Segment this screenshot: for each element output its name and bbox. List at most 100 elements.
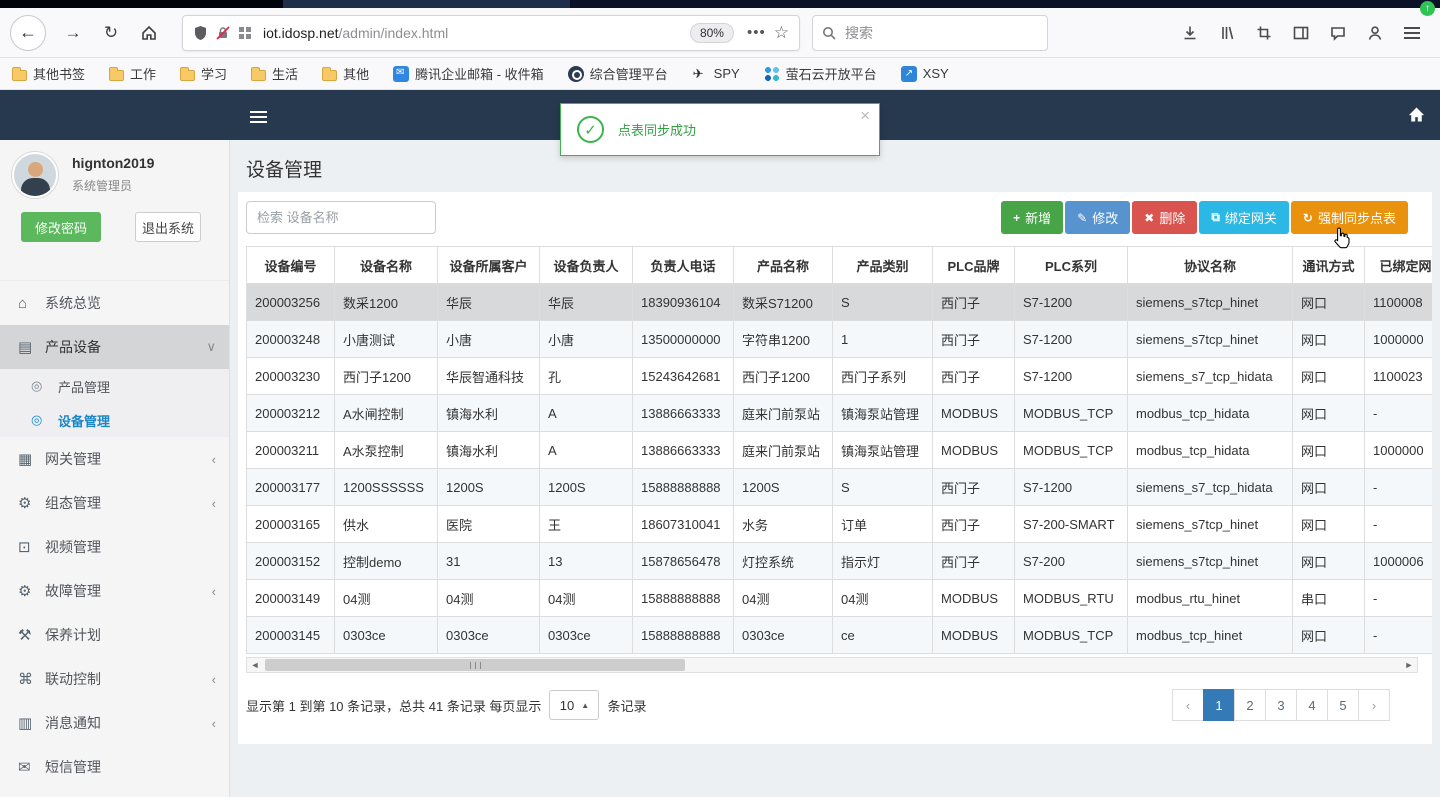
url-bar[interactable]: iot.idosp.net/admin/index.html 80% ••• ☆ — [182, 14, 800, 51]
sidebar-item-组态管理[interactable]: ⚙ 组态管理 ‹ — [0, 481, 229, 525]
table-row[interactable]: 200003177 1200SSSSSS 1200S 1200S 15888888888… — [246, 468, 1432, 506]
downloads-icon[interactable] — [1171, 15, 1208, 51]
bind-gateway-button[interactable]: ⧉ 绑定网关 — [1199, 201, 1289, 234]
zoom-indicator[interactable]: 80% — [689, 22, 734, 43]
bookmark-label: 腾讯企业邮箱 - 收件箱 — [415, 67, 544, 82]
table-cell: 15243642681 — [632, 357, 734, 395]
scrollbar-thumb[interactable] — [265, 659, 685, 671]
page-button[interactable]: 4 — [1296, 689, 1328, 721]
page-button[interactable]: 5 — [1327, 689, 1359, 721]
delete-button[interactable]: ✖ 删除 — [1132, 201, 1198, 234]
page-next-button[interactable]: › — [1358, 689, 1390, 721]
table-cell: 31 — [437, 542, 540, 580]
bookmark-item[interactable]: SPY — [692, 62, 740, 86]
sidebar-item-保养计划[interactable]: ⚒ 保养计划 — [0, 613, 229, 657]
bookmark-item[interactable]: 学习 — [180, 62, 227, 86]
table-cell: 庭来门前泵站 — [733, 431, 833, 469]
menu-hamburger-icon[interactable] — [1393, 15, 1430, 51]
reload-button[interactable]: ↻ — [92, 15, 130, 51]
column-header[interactable]: 已绑定网关 — [1364, 246, 1432, 284]
column-header[interactable]: 设备负责人 — [539, 246, 633, 284]
page-title: 设备管理 — [246, 160, 323, 181]
table-cell: 王 — [539, 505, 633, 543]
bookmark-item[interactable]: 其他 — [322, 62, 369, 86]
sidebar-item-clipped[interactable]: ▦ — [0, 789, 229, 797]
shield-icon[interactable] — [193, 25, 208, 41]
browser-update-badge-icon[interactable]: ↑ — [1420, 1, 1435, 16]
scroll-right-icon[interactable]: ► — [1401, 658, 1417, 672]
forward-button[interactable]: → — [54, 15, 92, 51]
insecure-lock-icon[interactable] — [215, 25, 231, 41]
sidebar-item-产品设备[interactable]: ▤ 产品设备 ∨ — [0, 325, 229, 369]
menu-label: 产品管理 — [58, 379, 111, 395]
scroll-left-icon[interactable]: ◄ — [247, 658, 263, 672]
pagination-bar: 显示第 1 到第 10 条记录，总共 41 条记录 每页显示 10 ▲ 条记录 … — [246, 688, 1416, 722]
browser-search-input[interactable] — [843, 23, 1013, 42]
table-row[interactable]: 200003149 04测 04测 04测 15888888888 04测 04测 MODBU… — [246, 579, 1432, 617]
sidebar-toggle-icon[interactable] — [1282, 15, 1319, 51]
page-actions-icon[interactable]: ••• — [747, 24, 766, 41]
edit-button[interactable]: ✎ 修改 — [1065, 201, 1131, 234]
column-header[interactable]: PLC系列 — [1014, 246, 1128, 284]
table-row[interactable]: 200003152 控制demo 31 13 15878656478 灯控系统 指示灯 西门子… — [246, 542, 1432, 580]
button-label: 绑定网关 — [1224, 211, 1277, 226]
column-header[interactable]: PLC品牌 — [932, 246, 1015, 284]
bookmark-item[interactable]: 腾讯企业邮箱 - 收件箱 — [393, 62, 544, 86]
page-prev-button[interactable]: ‹ — [1172, 689, 1204, 721]
column-header[interactable]: 设备所属客户 — [437, 246, 540, 284]
sidebar-item-联动控制[interactable]: ⌘ 联动控制 ‹ — [0, 657, 229, 701]
column-header[interactable]: 通讯方式 — [1292, 246, 1365, 284]
add-button[interactable]: + 新增 — [1001, 201, 1064, 234]
bookmark-item[interactable]: 工作 — [109, 62, 156, 86]
bookmark-item[interactable]: 生活 — [251, 62, 298, 86]
sidebar-item-网关管理[interactable]: ▦ 网关管理 ‹ — [0, 437, 229, 481]
sidebar-item-系统总览[interactable]: ⌂ 系统总览 — [0, 281, 229, 325]
column-header[interactable]: 负责人电话 — [632, 246, 734, 284]
back-button[interactable]: ← — [10, 14, 46, 51]
account-icon[interactable] — [1356, 15, 1393, 51]
column-header[interactable]: 产品名称 — [733, 246, 833, 284]
change-password-button[interactable]: 修改密码 — [21, 212, 101, 242]
browser-search-bar[interactable] — [812, 14, 1048, 51]
sidebar-item-故障管理[interactable]: ⚙ 故障管理 ‹ — [0, 569, 229, 613]
avatar[interactable] — [12, 152, 58, 198]
sidebar-item-消息通知[interactable]: ▥ 消息通知 ‹ — [0, 701, 229, 745]
table-row[interactable]: 200003211 A水泵控制 镇海水利 A 13886663333 庭来门前泵站 镇海泵站… — [246, 431, 1432, 469]
table-row[interactable]: 200003145 0303ce 0303ce 0303ce 15888888888 03… — [246, 616, 1432, 654]
app-home-icon[interactable] — [1406, 104, 1427, 130]
sidebar-item-产品管理[interactable]: ◎ 产品管理 — [0, 369, 229, 403]
browser-home-button[interactable] — [130, 15, 168, 51]
page-size-select[interactable]: 10 ▲ — [549, 690, 600, 720]
table-row[interactable]: 200003230 西门子1200 华辰智通科技孔 15243642681 西门子120… — [246, 357, 1432, 395]
column-header[interactable]: 产品类别 — [832, 246, 933, 284]
page-button[interactable]: 2 — [1234, 689, 1266, 721]
bookmark-item[interactable]: XSY — [900, 62, 949, 86]
plus-icon: + — [1013, 210, 1021, 225]
library-icon[interactable] — [1208, 15, 1245, 51]
table-row[interactable]: 200003248 小唐测试 小唐 小唐 13500000000 字符串1200 1 西门子 S… — [246, 320, 1432, 358]
screenshot-icon[interactable] — [1245, 15, 1282, 51]
logout-button[interactable]: 退出系统 — [135, 212, 201, 242]
bookmark-item[interactable]: 其他书签 — [12, 62, 85, 86]
pocket-message-icon[interactable] — [1319, 15, 1356, 51]
sidebar-item-设备管理[interactable]: ◎ 设备管理 — [0, 403, 229, 437]
bookmark-item[interactable]: 综合管理平台 — [567, 62, 668, 86]
table-row[interactable]: 200003165 供水 医院王 18607310041 水务 订单 西门子 S7-200-S… — [246, 505, 1432, 543]
page-button[interactable]: 3 — [1265, 689, 1297, 721]
column-header[interactable]: 设备编号 — [246, 246, 335, 284]
column-header[interactable]: 设备名称 — [334, 246, 438, 284]
sidebar-item-视频管理[interactable]: ⊡ 视频管理 — [0, 525, 229, 569]
column-header[interactable]: 协议名称 — [1127, 246, 1293, 284]
page-button[interactable]: 1 — [1203, 689, 1235, 721]
table-row[interactable]: 200003212 A水闸控制 镇海水利 A 13886663333 庭来门前泵站 镇海泵站… — [246, 394, 1432, 432]
bookmark-star-icon[interactable]: ☆ — [774, 23, 789, 43]
device-search-input[interactable] — [246, 201, 436, 234]
sidebar-item-短信管理[interactable]: ✉ 短信管理 — [0, 745, 229, 789]
toast-close-icon[interactable]: × — [860, 106, 870, 126]
url-text[interactable]: iot.idosp.net/admin/index.html — [263, 25, 683, 41]
table-row[interactable]: 200003256 数采1200 华辰 华辰 18390936104 数采S71200 S 西… — [246, 283, 1432, 321]
sidebar-collapse-icon[interactable] — [250, 108, 267, 126]
horizontal-scrollbar[interactable]: ◄ ► — [246, 657, 1418, 673]
bookmark-item[interactable]: 萤石云开放平台 — [763, 62, 877, 86]
permissions-icon[interactable] — [238, 26, 252, 40]
